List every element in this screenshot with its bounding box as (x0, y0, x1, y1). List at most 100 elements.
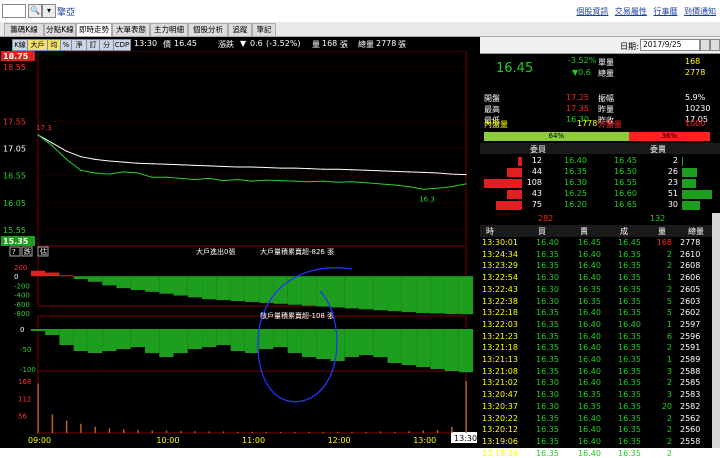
tab-5[interactable]: 個股分析 (188, 23, 228, 36)
series-0-point-4 (94, 158, 96, 160)
trade-7-2: 16.40 (578, 319, 601, 329)
tab-6[interactable]: 追蹤 (228, 23, 252, 36)
series-1-point-17 (279, 180, 282, 182)
series-1-point-23 (365, 182, 367, 184)
volume-value: 168 (322, 39, 338, 48)
series-0-point-6 (123, 161, 125, 163)
mode-button-2[interactable]: 均 (47, 39, 61, 51)
volume-bar-29 (451, 426, 453, 433)
ask-depth-0 (682, 157, 684, 166)
trade-1-3: 16.35 (618, 249, 641, 259)
series-0-point-26 (408, 171, 410, 173)
tab-4[interactable]: 主力明細 (150, 23, 188, 36)
small-bar-28 (430, 329, 445, 369)
stock-name[interactable]: 擎亞 (57, 5, 75, 18)
search-icon[interactable]: 🔍 (28, 4, 42, 18)
tab-7[interactable]: 筆記 (252, 23, 276, 36)
series-1-point-10 (180, 177, 182, 180)
p1-axis-4: -600 (14, 301, 30, 309)
small-bar-12 (202, 329, 217, 347)
tab-3[interactable]: 大單表態 (112, 23, 150, 36)
mode-button-7[interactable]: CDP (113, 39, 131, 51)
bid-depth-4 (495, 201, 522, 210)
mode-button-6[interactable]: 分價 (99, 39, 114, 59)
current-time: 13:30 (134, 39, 158, 48)
tab-0[interactable]: 籌碼K線 (4, 23, 44, 36)
trade-14-3: 16.35 (618, 401, 641, 411)
dropdown-icon[interactable]: ▾ (42, 4, 56, 18)
tab-2[interactable]: 即時走勢 (76, 23, 112, 36)
small-bar-26 (401, 329, 417, 365)
trade-16-3: 16.35 (618, 425, 641, 435)
series-0-point-1 (51, 142, 53, 144)
link-stock-info[interactable]: 個股資訊 (576, 7, 608, 16)
stock-selector[interactable] (2, 4, 26, 18)
link-calendar[interactable]: 行事曆 (653, 7, 677, 16)
small-bar-27 (416, 329, 431, 367)
intraday-chart[interactable]: 18.75 18.55 17.55 17.05 16.55 16.05 15.55 15.35… (0, 50, 480, 448)
date-field[interactable]: 2017/9/25 (640, 39, 700, 51)
kv-value-1: 2778 (685, 68, 706, 77)
kv2-label-1: 最高 (484, 105, 500, 114)
trade-2-0: 13:23:29 (482, 261, 518, 271)
trade-scrollbar[interactable] (712, 213, 720, 448)
big-bar-26 (401, 276, 417, 313)
trade-7-5: 2597 (680, 319, 701, 329)
trade-1-0: 13:24:34 (482, 249, 518, 259)
link-price-alert[interactable]: 到價通知 (684, 7, 716, 16)
bid-depth-3 (506, 190, 522, 199)
ask-depth-4 (682, 201, 700, 210)
mode-button-0[interactable]: K線 (12, 39, 28, 51)
outer-value: 1000 (685, 119, 706, 128)
mode-button-1[interactable]: 大戶 (27, 39, 48, 51)
series-0-point-19 (308, 168, 310, 170)
volume-bar-8 (151, 430, 153, 433)
trade-2-5: 2608 (680, 261, 701, 271)
trade-17-0: 13:19:06 (482, 436, 518, 446)
series-1-point-24 (379, 183, 381, 185)
series-1-point-28 (436, 187, 439, 189)
series-0-point-30 (465, 174, 467, 176)
series-1-point-4 (94, 172, 96, 174)
big-bar-9 (159, 276, 174, 294)
ask-price-4: 16.65 (614, 200, 637, 209)
trade-5-4: 5 (666, 296, 672, 306)
bid-header: 委買 (530, 145, 546, 154)
trade-12-4: 2 (666, 378, 672, 388)
mode-button-5[interactable]: 訂 (86, 39, 100, 51)
volume-bar-0 (37, 383, 39, 433)
trade-header-4: 量 (658, 227, 666, 236)
trade-11-1: 16.35 (536, 366, 559, 376)
trade-14-4: 20 (661, 401, 672, 411)
big-bar-14 (230, 276, 245, 302)
p2-axis-1: -50 (20, 346, 31, 354)
trade-16-1: 16.35 (536, 425, 559, 435)
trade-18-0: 13:18:36 (482, 448, 518, 458)
trade-7-3: 16.40 (618, 319, 641, 329)
p1-axis-3: -400 (14, 292, 30, 300)
mode-button-4[interactable]: 淨 (71, 39, 87, 51)
x-tick-4: 13:00 (413, 436, 436, 445)
trade-18-4: 2 (666, 448, 672, 458)
date-spin-icon[interactable] (710, 39, 720, 51)
series-1-point-29 (451, 185, 453, 188)
volume-bar-13 (222, 431, 225, 433)
trade-6-3: 16.35 (618, 308, 641, 318)
series-0-point-25 (394, 170, 396, 172)
date-dropdown-icon[interactable] (700, 39, 710, 51)
total-label: 總量 (358, 40, 374, 49)
trade-9-4: 2 (666, 343, 672, 353)
small-bar-25 (387, 329, 402, 363)
trade-1-4: 2 (666, 249, 672, 259)
tab-1[interactable]: 分點K線 (44, 23, 76, 36)
big-accum-label: 大戶量積累賣超-826 張 (260, 247, 334, 256)
series-1-point-7 (137, 172, 139, 174)
toolbar: 🔍 ▾ 擎亞 個股資訊 交易屬性 行事曆 到價通知 (0, 0, 720, 23)
link-trade-attr[interactable]: 交易屬性 (615, 7, 647, 16)
trade-6-4: 5 (666, 308, 672, 318)
trade-8-4: 6 (666, 331, 672, 341)
volume-bar-23 (365, 432, 367, 433)
chart-svg: 18.75 18.55 17.55 17.05 16.55 16.05 15.55 15.35… (1, 50, 477, 445)
series-1-point-26 (408, 185, 410, 188)
trade-2-4: 2 (666, 261, 672, 271)
